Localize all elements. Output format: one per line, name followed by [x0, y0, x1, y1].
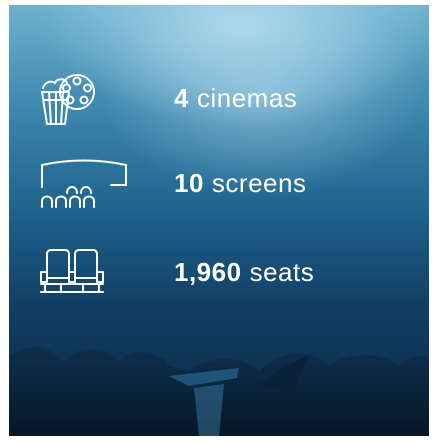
cinema-stats-card: 4 cinemas 10 screens 1,960 seats — [9, 5, 429, 436]
stat-number: 1,960 — [174, 256, 242, 287]
theater-seats-icon — [39, 242, 159, 302]
cinema-screen-seats-icon — [39, 153, 159, 213]
stat-screens: 10 screens — [174, 168, 306, 199]
stat-row-seats: 1,960 seats — [9, 242, 429, 302]
stat-row-screens: 10 screens — [9, 153, 429, 213]
stat-cinemas: 4 cinemas — [174, 83, 297, 114]
stat-label: screens — [211, 167, 307, 198]
stat-number: 10 — [174, 167, 204, 198]
stat-label: cinemas — [196, 82, 298, 113]
stat-number: 4 — [174, 82, 189, 113]
stat-label: seats — [249, 256, 315, 287]
stat-row-cinemas: 4 cinemas — [9, 68, 429, 128]
stat-seats: 1,960 seats — [174, 257, 314, 288]
film-reel-popcorn-icon — [39, 68, 159, 128]
audience-silhouette — [9, 346, 429, 436]
